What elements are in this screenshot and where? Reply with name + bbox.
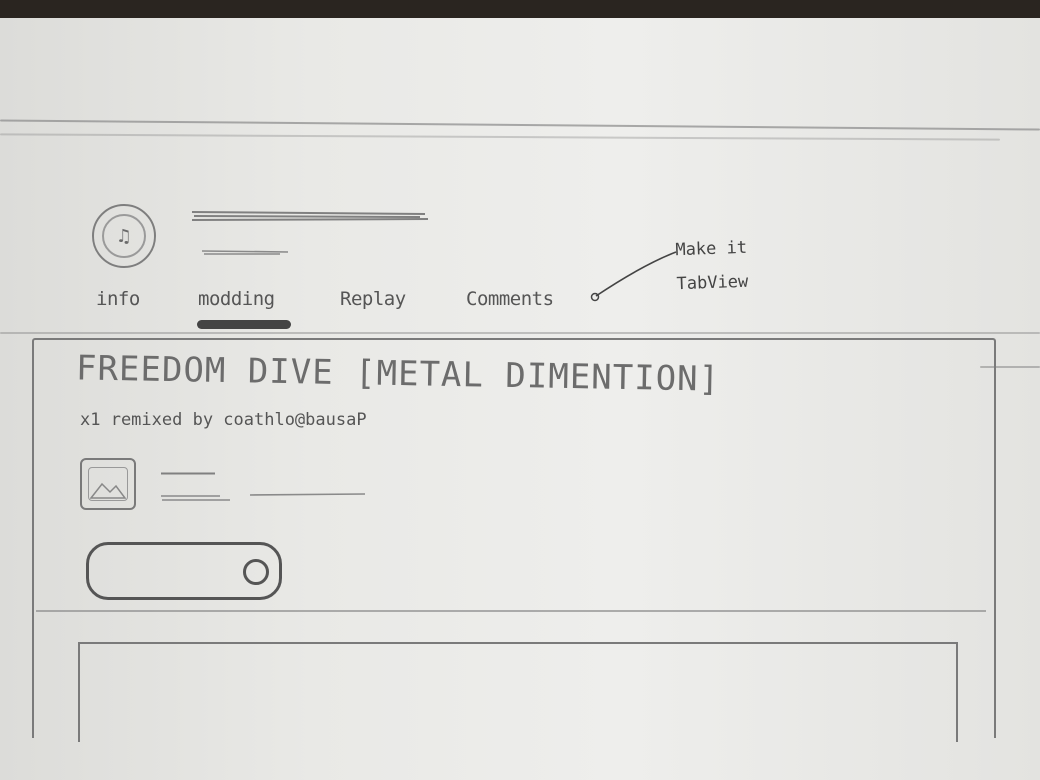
tab-modding[interactable]: modding [198,288,275,310]
meta-line-placeholder [161,472,215,475]
toggle-switch[interactable] [86,542,282,600]
card-top-line [0,332,1040,334]
image-thumbnail[interactable] [80,458,136,510]
tab-replay[interactable]: Replay [340,288,406,310]
section-divider [36,610,986,612]
meta-detail-placeholder [161,493,366,501]
username-placeholder [191,211,429,221]
user-avatar-icon: ♫ [102,214,146,258]
remix-credit: x1 remixed by coathlo@bausaP [80,410,367,430]
user-subtitle-placeholder [201,250,289,255]
avatar[interactable]: ♫ [92,204,156,268]
tab-info[interactable]: info [96,288,140,310]
content-panel [78,642,958,742]
tab-comments[interactable]: Comments [466,288,554,310]
design-annotation: Make it TabView [675,237,749,295]
circle-icon [243,559,269,585]
image-thumbnail-icon [88,467,128,501]
active-tab-indicator [197,320,291,329]
